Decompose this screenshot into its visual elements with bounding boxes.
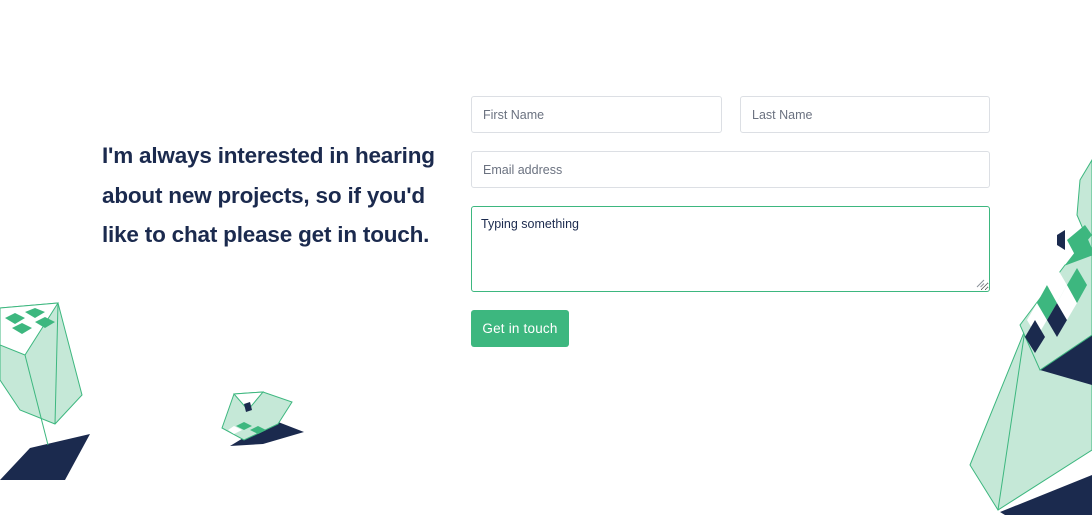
email-input[interactable] [471, 151, 990, 188]
last-name-input[interactable] [740, 96, 990, 133]
message-textarea[interactable]: Typing something [471, 206, 990, 292]
decorative-crystal-small [221, 391, 304, 446]
first-name-input[interactable] [471, 96, 722, 133]
contact-headline: I'm always interested in hearing about n… [102, 143, 435, 247]
decorative-crystal-left [0, 302, 90, 480]
get-in-touch-button[interactable]: Get in touch [471, 310, 569, 347]
contact-section: I'm always interested in hearing about n… [0, 0, 1092, 515]
